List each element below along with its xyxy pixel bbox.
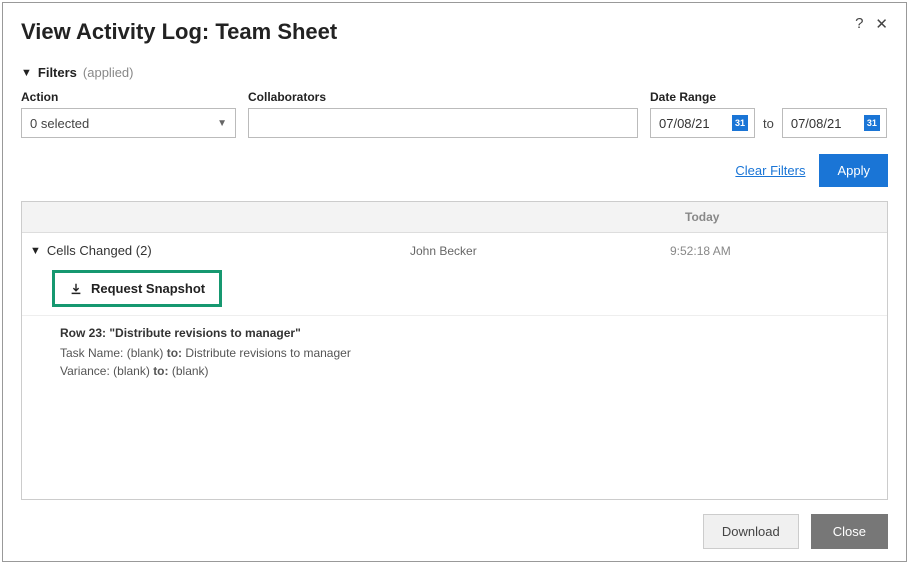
activity-log-table: Today ▼ Cells Changed (2) John Becker 9:… [21, 201, 888, 500]
filter-action-group: Action 0 selected ▼ [21, 90, 236, 138]
change-to-label: to: [153, 364, 168, 378]
activity-log-dialog: View Activity Log: Team Sheet ? ✕ ▼ Filt… [2, 2, 907, 562]
filter-daterange-label: Date Range [650, 90, 887, 104]
date-from-input[interactable]: 07/08/21 31 [650, 108, 755, 138]
request-snapshot-label: Request Snapshot [91, 281, 205, 296]
log-time: 9:52:18 AM [670, 244, 731, 258]
change-to-label: to: [167, 346, 182, 360]
filters-section: ▼ Filters (applied) Action 0 selected ▼ … [21, 65, 888, 187]
filter-collaborators-group: Collaborators [248, 90, 638, 138]
filter-collaborators-label: Collaborators [248, 90, 638, 104]
change-field: Task Name: [60, 346, 123, 360]
chevron-down-icon: ▼ [21, 67, 32, 79]
change-to: (blank) [172, 364, 209, 378]
filter-action-label: Action [21, 90, 236, 104]
help-icon[interactable]: ? [855, 15, 863, 33]
change-from: (blank) [127, 346, 164, 360]
collaborators-input[interactable] [248, 108, 638, 138]
change-field: Variance: [60, 364, 110, 378]
date-to-label: to [763, 116, 774, 131]
date-to-value: 07/08/21 [791, 116, 842, 131]
chevron-down-icon: ▼ [30, 245, 41, 257]
dialog-footer: Download Close [21, 500, 888, 549]
request-snapshot-button[interactable]: Request Snapshot [52, 270, 222, 307]
filters-label: Filters [38, 65, 77, 80]
filters-applied-indicator: (applied) [83, 65, 134, 80]
log-event-name: Cells Changed (2) [47, 243, 152, 258]
log-entry-details: Row 23: "Distribute revisions to manager… [22, 315, 887, 390]
action-select[interactable]: 0 selected ▼ [21, 108, 236, 138]
change-to: Distribute revisions to manager [185, 346, 350, 360]
close-icon[interactable]: ✕ [875, 15, 888, 33]
calendar-icon: 31 [864, 115, 880, 131]
dialog-header: View Activity Log: Team Sheet ? ✕ [21, 15, 888, 45]
change-line: Task Name: (blank) to: Distribute revisi… [60, 346, 879, 360]
filter-daterange-group: Date Range 07/08/21 31 to 07/08/21 31 [650, 90, 887, 138]
filters-toggle[interactable]: ▼ Filters (applied) [21, 65, 888, 80]
dialog-title: View Activity Log: Team Sheet [21, 19, 337, 45]
calendar-icon: 31 [732, 115, 748, 131]
download-button[interactable]: Download [703, 514, 799, 549]
log-header-row: Today [22, 202, 887, 233]
detail-row-title: Row 23: "Distribute revisions to manager… [60, 326, 879, 340]
date-to-input[interactable]: 07/08/21 31 [782, 108, 887, 138]
chevron-down-icon: ▼ [217, 118, 227, 129]
clear-filters-link[interactable]: Clear Filters [735, 163, 805, 178]
download-icon [69, 282, 83, 296]
apply-button[interactable]: Apply [819, 154, 888, 187]
log-user: John Becker [410, 244, 670, 258]
action-select-value: 0 selected [30, 116, 89, 131]
close-button[interactable]: Close [811, 514, 888, 549]
change-from: (blank) [113, 364, 150, 378]
change-line: Variance: (blank) to: (blank) [60, 364, 879, 378]
date-from-value: 07/08/21 [659, 116, 710, 131]
log-header-date: Today [685, 210, 875, 224]
log-entry-row[interactable]: ▼ Cells Changed (2) John Becker 9:52:18 … [22, 233, 887, 264]
